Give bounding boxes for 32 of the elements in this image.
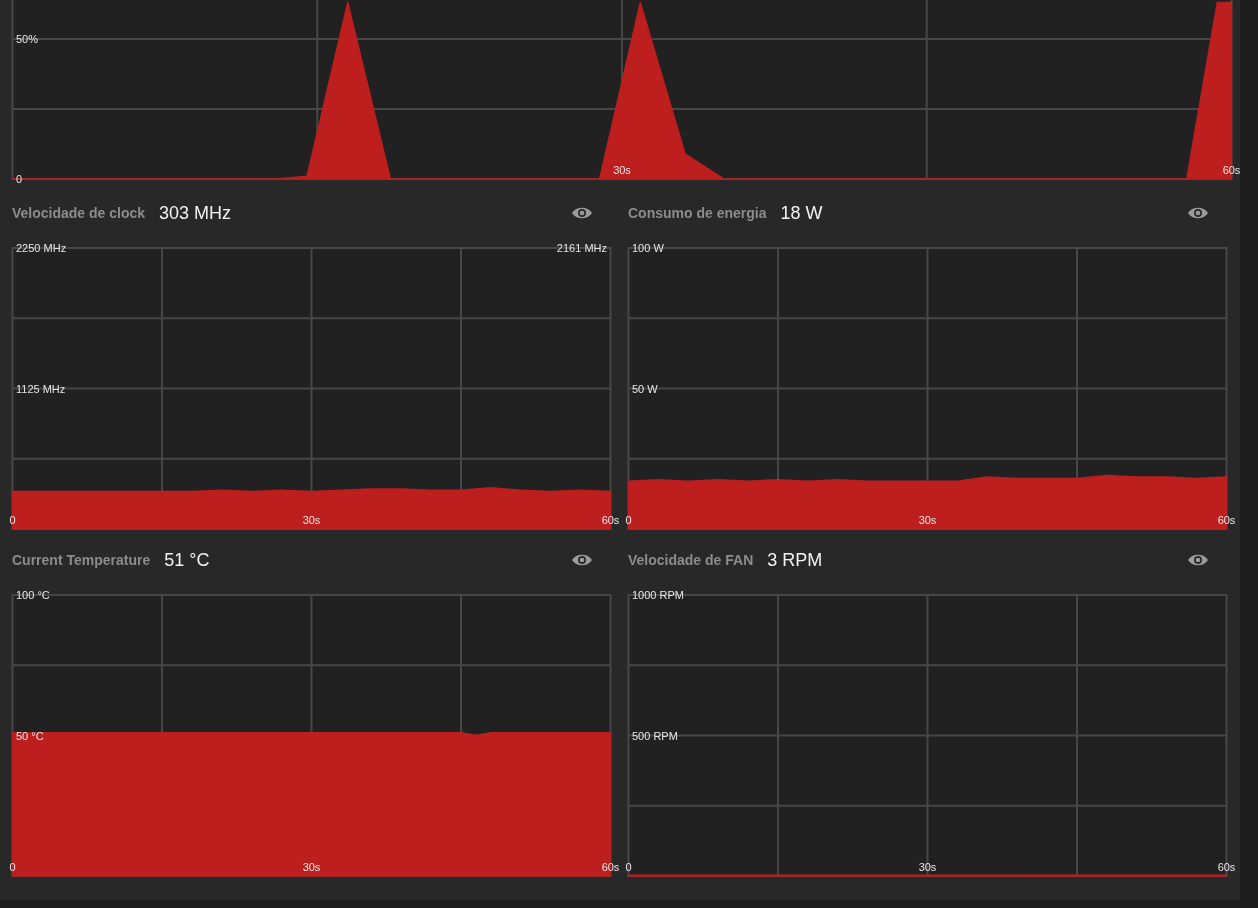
metric-label: Current Temperature [12,550,151,570]
x-tick-label: 30s [302,514,321,526]
x-tick-label: 30s [302,861,321,873]
x-tick-label: 0 [9,861,16,873]
metric-value: 3 RPM [767,548,823,572]
metric-value: 303 MHz [159,201,232,225]
peak-value-label: 2161 MHz [556,242,607,254]
y-tick-label: 100 °C [16,589,50,601]
x-tick-label: 30s [918,861,937,873]
x-tick-label: 30s [613,164,631,176]
y-tick-label: 100 W [632,242,664,254]
y-tick-label: 1000 RPM [632,589,684,601]
x-tick-label: 30s [918,514,937,526]
x-tick-label: 0 [625,514,632,526]
eye-icon[interactable] [1187,206,1209,220]
eye-icon[interactable] [571,553,593,567]
metric-value: 18 W [780,201,823,225]
y-tick-label: 1125 MHz [16,382,66,395]
metric-value: 51 °C [164,548,210,572]
metric-label: Consumo de energia [628,203,767,223]
x-tick-label: 0 [625,861,632,873]
x-tick-label: 0 [9,514,16,526]
metric-label: Velocidade de clock [12,203,146,223]
y-tick-label: 50% [16,33,39,45]
metric-label: Velocidade de FAN [628,550,754,570]
y-tick-label: 500 RPM [632,729,678,742]
eye-icon[interactable] [571,206,593,220]
eye-icon[interactable] [1187,553,1209,567]
y-tick-label: 50 W [632,382,658,395]
y-tick-label: 2250 MHz [16,242,67,254]
y-tick-label: 50 °C [16,729,44,742]
x-tick-label: 60s [1217,861,1236,873]
